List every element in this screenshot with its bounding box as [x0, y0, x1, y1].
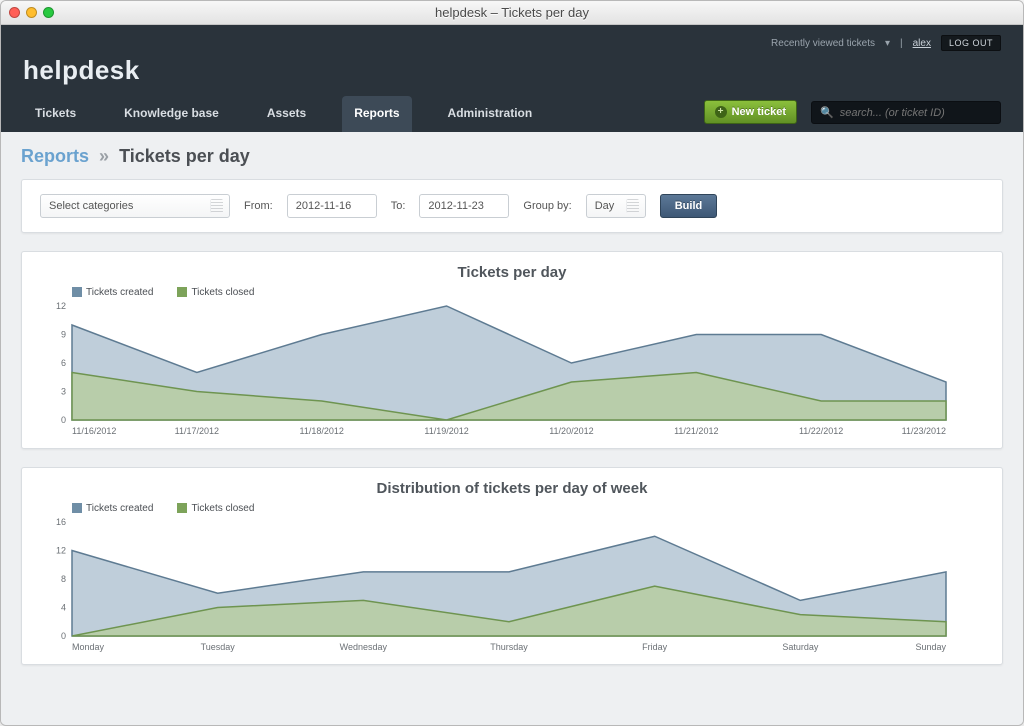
- from-date-input[interactable]: 2012-11-16: [287, 194, 377, 218]
- svg-text:12: 12: [56, 546, 66, 556]
- svg-text:12: 12: [56, 301, 66, 311]
- svg-text:6: 6: [61, 358, 66, 368]
- to-label: To:: [391, 200, 406, 212]
- new-ticket-button[interactable]: + New ticket: [704, 100, 797, 124]
- svg-text:0: 0: [61, 415, 66, 425]
- svg-text:Wednesday: Wednesday: [340, 642, 388, 652]
- chart-1: Tickets per day Tickets created Tickets …: [21, 251, 1003, 449]
- svg-text:11/21/2012: 11/21/2012: [674, 426, 718, 436]
- legend-swatch-s1: [72, 503, 82, 513]
- search-icon: 🔍: [820, 106, 834, 119]
- svg-text:11/22/2012: 11/22/2012: [799, 426, 843, 436]
- svg-text:11/23/2012: 11/23/2012: [902, 426, 946, 436]
- svg-text:11/18/2012: 11/18/2012: [300, 426, 344, 436]
- chart-2-title: Distribution of tickets per day of week: [36, 480, 988, 497]
- svg-text:11/17/2012: 11/17/2012: [175, 426, 219, 436]
- report-filters: Select categories From: 2012-11-16 To: 2…: [21, 179, 1003, 233]
- svg-text:16: 16: [56, 517, 66, 527]
- legend-swatch-s2: [177, 503, 187, 513]
- svg-text:9: 9: [61, 330, 66, 340]
- brand-logo: helpdesk: [23, 55, 1001, 86]
- build-button[interactable]: Build: [660, 194, 718, 218]
- window-titlebar: helpdesk – Tickets per day: [1, 1, 1023, 25]
- chart-1-canvas: 0 3 6 9 12 11/16/2012 11/17/2012 11/18/2012 11/1…: [36, 300, 954, 440]
- nav-item-assets[interactable]: Assets: [255, 96, 318, 132]
- current-user-link[interactable]: alex: [913, 38, 931, 49]
- nav-item-tickets[interactable]: Tickets: [23, 96, 88, 132]
- new-ticket-label: New ticket: [732, 106, 786, 118]
- chart-2-legend: Tickets created Tickets closed: [72, 503, 988, 514]
- app-header: Recently viewed tickets▾ | alex LOG OUT …: [1, 25, 1023, 132]
- svg-text:4: 4: [61, 603, 66, 613]
- window-title: helpdesk – Tickets per day: [1, 5, 1023, 20]
- chart-1-legend: Tickets created Tickets closed: [72, 287, 988, 298]
- category-select[interactable]: Select categories: [40, 194, 230, 218]
- plus-icon: +: [715, 106, 727, 118]
- svg-text:8: 8: [61, 574, 66, 584]
- nav-item-knowledge-base[interactable]: Knowledge base: [112, 96, 231, 132]
- chart-2-canvas: 0 4 8 12 16 Monday Tuesday Wednesday Thursday Fri…: [36, 516, 954, 656]
- svg-text:11/20/2012: 11/20/2012: [549, 426, 593, 436]
- svg-text:Tuesday: Tuesday: [201, 642, 236, 652]
- groupby-label: Group by:: [523, 200, 571, 212]
- from-label: From:: [244, 200, 273, 212]
- groupby-select[interactable]: Day: [586, 194, 646, 218]
- svg-text:11/16/2012: 11/16/2012: [72, 426, 116, 436]
- svg-text:11/19/2012: 11/19/2012: [424, 426, 468, 436]
- breadcrumb-root[interactable]: Reports: [21, 146, 89, 166]
- svg-text:Monday: Monday: [72, 642, 105, 652]
- page-body: Reports » Tickets per day Select categor…: [1, 132, 1023, 725]
- svg-text:Saturday: Saturday: [782, 642, 819, 652]
- legend-swatch-s2: [177, 287, 187, 297]
- chevron-down-icon: ▾: [885, 38, 890, 49]
- legend-swatch-s1: [72, 287, 82, 297]
- to-date-input[interactable]: 2012-11-23: [419, 194, 509, 218]
- chart-2: Distribution of tickets per day of week …: [21, 467, 1003, 665]
- main-nav: Tickets Knowledge base Assets Reports Admini…: [23, 96, 544, 132]
- recent-tickets-link[interactable]: Recently viewed tickets: [771, 38, 875, 49]
- svg-text:Sunday: Sunday: [915, 642, 946, 652]
- svg-text:Thursday: Thursday: [490, 642, 528, 652]
- svg-text:Friday: Friday: [642, 642, 668, 652]
- search-input[interactable]: [840, 107, 992, 119]
- chart-1-title: Tickets per day: [36, 264, 988, 281]
- breadcrumb: Reports » Tickets per day: [21, 146, 1003, 179]
- nav-item-administration[interactable]: Administration: [436, 96, 545, 132]
- logout-button[interactable]: LOG OUT: [941, 35, 1001, 51]
- svg-text:0: 0: [61, 631, 66, 641]
- search-input-wrap[interactable]: 🔍: [811, 101, 1001, 124]
- svg-text:3: 3: [61, 387, 66, 397]
- app-window: helpdesk – Tickets per day Recently view…: [0, 0, 1024, 726]
- page-title: Tickets per day: [119, 146, 250, 166]
- nav-item-reports[interactable]: Reports: [342, 96, 411, 132]
